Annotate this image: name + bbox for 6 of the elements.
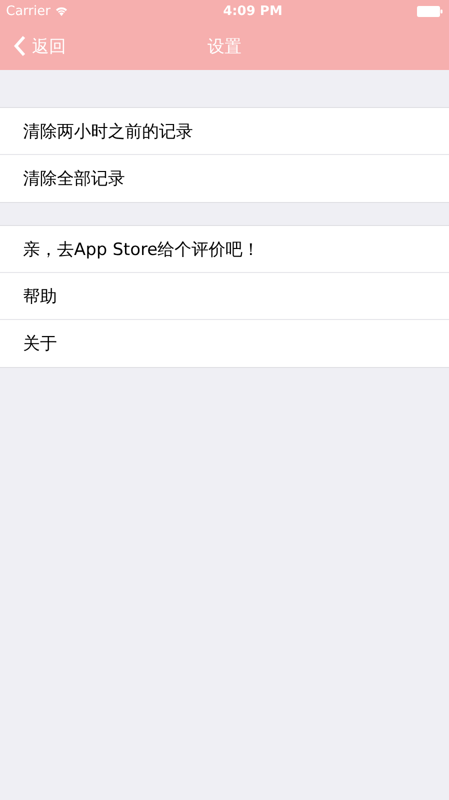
battery-icon: [416, 6, 443, 16]
wifi-icon: [55, 6, 68, 16]
carrier-label: Carrier: [6, 4, 50, 18]
screen-title: 设置: [208, 36, 242, 58]
clock-label: 4:09 PM: [223, 4, 282, 18]
chevron-icon: [13, 35, 26, 57]
